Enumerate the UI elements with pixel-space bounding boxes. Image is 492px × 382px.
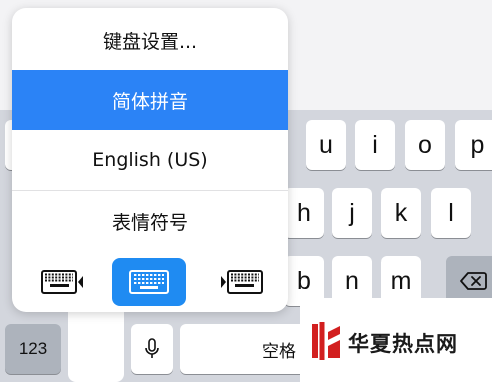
keyboard-left-icon	[41, 270, 83, 294]
microphone-key[interactable]	[131, 324, 173, 374]
watermark-logo: 华夏热点网	[300, 298, 492, 382]
key-u[interactable]: u	[306, 120, 346, 170]
menu-item-keyboard-settings[interactable]: 键盘设置...	[12, 10, 288, 70]
keyboard-full-icon	[129, 270, 169, 294]
keyboard-left-button[interactable]	[26, 258, 100, 306]
key-k[interactable]: k	[381, 188, 421, 238]
globe-key-pressed[interactable]	[68, 308, 124, 382]
key-l[interactable]: l	[431, 188, 471, 238]
keyboard-right-icon	[221, 270, 263, 294]
key-h[interactable]: h	[284, 188, 324, 238]
keyboard-right-button[interactable]	[204, 258, 278, 306]
space-label: 空格	[262, 341, 296, 362]
key-p[interactable]: p	[455, 120, 492, 170]
key-o[interactable]: o	[405, 120, 445, 170]
logo-mark-icon	[312, 322, 340, 360]
menu-item-english-us[interactable]: English (US)	[12, 130, 288, 190]
keyboard-switch-menu: 键盘设置... 简体拼音 English (US) 表情符号	[12, 8, 288, 312]
numbers-key[interactable]: 123	[5, 324, 61, 374]
microphone-icon	[145, 338, 159, 358]
key-i[interactable]: i	[355, 120, 395, 170]
key-j[interactable]: j	[332, 188, 372, 238]
menu-item-emoji[interactable]: 表情符号	[12, 191, 288, 251]
watermark-text: 华夏热点网	[348, 331, 458, 356]
keyboard-full-button[interactable]	[112, 258, 186, 306]
menu-item-simplified-pinyin[interactable]: 简体拼音	[12, 70, 288, 130]
backspace-icon	[460, 272, 487, 290]
